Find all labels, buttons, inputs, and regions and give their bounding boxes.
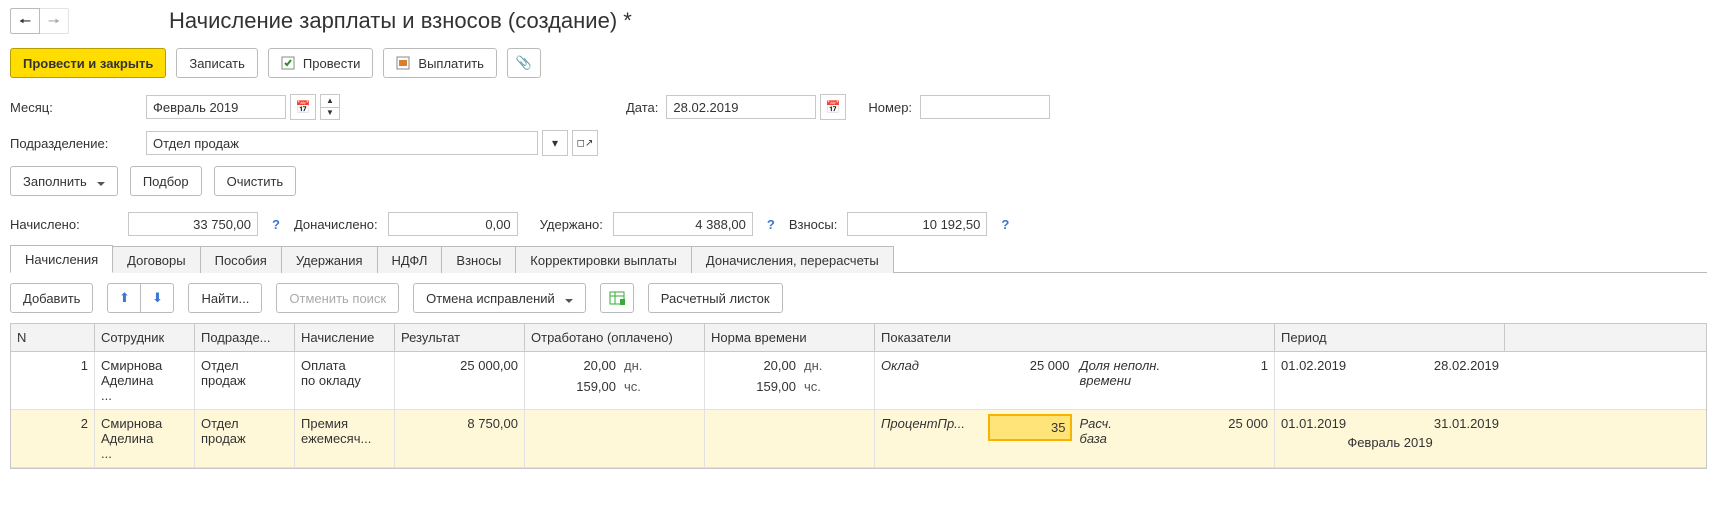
col-period[interactable]: Период xyxy=(1275,324,1505,351)
arrow-down-icon: ⬇ xyxy=(152,290,163,306)
forward-button[interactable]: 🠖 xyxy=(40,8,69,34)
extra-accrued-label: Доначислено: xyxy=(294,217,378,232)
col-department[interactable]: Подразде... xyxy=(195,324,295,351)
undo-label: Отмена исправлений xyxy=(426,291,555,306)
cell-result: 25 000,00 xyxy=(395,352,525,409)
cell-norm xyxy=(705,410,875,467)
post-label: Провести xyxy=(303,56,361,71)
col-norm[interactable]: Норма времени xyxy=(705,324,875,351)
undo-corrections-button[interactable]: Отмена исправлений xyxy=(413,283,586,313)
col-accrual[interactable]: Начисление xyxy=(295,324,395,351)
cell-accrual: Оплатапо окладу xyxy=(295,352,395,409)
cell-indicators: Оклад 25 000 Доля неполн.времени 1 xyxy=(875,352,1275,409)
cell-period: 01.01.2019 31.01.2019 Февраль 2019 xyxy=(1275,410,1505,467)
pay-label: Выплатить xyxy=(418,56,484,71)
show-details-button[interactable] xyxy=(600,283,634,313)
payslip-button[interactable]: Расчетный листок xyxy=(648,283,783,313)
cell-n: 1 xyxy=(11,352,95,409)
help-icon[interactable]: ? xyxy=(1001,217,1009,232)
spinner-up-icon: ▲ xyxy=(321,95,339,108)
cell-worked: 20,00дн. 159,00чс. xyxy=(525,352,705,409)
department-open-button[interactable]: ◻↗ xyxy=(572,130,598,156)
post-button[interactable]: Провести xyxy=(268,48,374,78)
contrib-label: Взносы: xyxy=(789,217,838,232)
fill-button[interactable]: Заполнить xyxy=(10,166,118,196)
col-result[interactable]: Результат xyxy=(395,324,525,351)
clear-button[interactable]: Очистить xyxy=(214,166,297,196)
chevron-down-icon: ▾ xyxy=(552,136,558,150)
withheld-value: 4 388,00 xyxy=(613,212,753,236)
month-field[interactable]: Февраль 2019 xyxy=(146,95,286,119)
tab-начисления[interactable]: Начисления xyxy=(10,245,113,273)
tab-договоры[interactable]: Договоры xyxy=(113,246,200,273)
select-button[interactable]: Подбор xyxy=(130,166,202,196)
cell-employee: СмирноваАделина... xyxy=(95,352,195,409)
month-label: Месяц: xyxy=(10,100,142,115)
attachment-button[interactable]: 📎 xyxy=(507,48,541,78)
col-worked[interactable]: Отработано (оплачено) xyxy=(525,324,705,351)
chevron-down-icon xyxy=(561,291,573,306)
tab-ндфл[interactable]: НДФЛ xyxy=(378,246,443,273)
cell-norm: 20,00дн. 159,00чс. xyxy=(705,352,875,409)
tab-взносы[interactable]: Взносы xyxy=(442,246,516,273)
accrued-value: 33 750,00 xyxy=(128,212,258,236)
indicator-value-editing[interactable]: 35 xyxy=(990,416,1069,439)
month-picker-button[interactable]: 📅 xyxy=(290,94,316,120)
table-row[interactable]: 1СмирноваАделина...ОтделпродажОплатапо о… xyxy=(11,352,1706,410)
pay-button[interactable]: Выплатить xyxy=(383,48,497,78)
accrued-label: Начислено: xyxy=(10,217,118,232)
contrib-value: 10 192,50 xyxy=(847,212,987,236)
post-and-close-button[interactable]: Провести и закрыть xyxy=(10,48,166,78)
table-row[interactable]: 2СмирноваАделина...ОтделпродажПремияежем… xyxy=(11,410,1706,468)
spinner-down-icon: ▼ xyxy=(321,108,339,120)
page-title: Начисление зарплаты и взносов (создание)… xyxy=(169,8,632,34)
department-dropdown-button[interactable]: ▾ xyxy=(542,130,568,156)
arrow-up-icon: ⬆ xyxy=(119,290,130,306)
cell-indicators: ПроцентПр... 35 Расч.база 25 000 xyxy=(875,410,1275,467)
open-icon: ◻↗ xyxy=(577,138,594,149)
withheld-label: Удержано: xyxy=(540,217,603,232)
move-up-button[interactable]: ⬆ xyxy=(107,283,141,313)
cell-worked xyxy=(525,410,705,467)
find-button[interactable]: Найти... xyxy=(188,283,262,313)
paperclip-icon: 📎 xyxy=(516,55,532,71)
cell-department: Отделпродаж xyxy=(195,410,295,467)
table-icon xyxy=(609,290,625,306)
post-icon xyxy=(281,55,297,71)
tab-пособия[interactable]: Пособия xyxy=(201,246,282,273)
col-n[interactable]: N xyxy=(11,324,95,351)
date-label: Дата: xyxy=(626,100,658,115)
calendar-icon: 📅 xyxy=(826,100,841,114)
cell-n: 2 xyxy=(11,410,95,467)
month-spinner[interactable]: ▲ ▼ xyxy=(320,94,340,120)
department-field[interactable]: Отдел продаж xyxy=(146,131,538,155)
cell-department: Отделпродаж xyxy=(195,352,295,409)
help-icon[interactable]: ? xyxy=(272,217,280,232)
extra-accrued-value: 0,00 xyxy=(388,212,518,236)
add-row-button[interactable]: Добавить xyxy=(10,283,93,313)
cell-accrual: Премияежемесяч... xyxy=(295,410,395,467)
date-picker-button[interactable]: 📅 xyxy=(820,94,846,120)
col-indicators[interactable]: Показатели xyxy=(875,324,1275,351)
col-employee[interactable]: Сотрудник xyxy=(95,324,195,351)
tab-доначисления-перерасчеты[interactable]: Доначисления, перерасчеты xyxy=(692,246,894,273)
move-down-button[interactable]: ⬇ xyxy=(141,283,174,313)
date-field[interactable]: 28.02.2019 xyxy=(666,95,816,119)
pay-icon xyxy=(396,55,412,71)
cell-employee: СмирноваАделина... xyxy=(95,410,195,467)
cell-result: 8 750,00 xyxy=(395,410,525,467)
save-button[interactable]: Записать xyxy=(176,48,258,78)
number-label: Номер: xyxy=(868,100,912,115)
chevron-down-icon xyxy=(93,174,105,189)
tab-корректировки-выплаты[interactable]: Корректировки выплаты xyxy=(516,246,692,273)
help-icon[interactable]: ? xyxy=(767,217,775,232)
calendar-icon: 📅 xyxy=(296,100,311,114)
cancel-find-button[interactable]: Отменить поиск xyxy=(276,283,399,313)
number-field[interactable] xyxy=(920,95,1050,119)
back-button[interactable]: 🠔 xyxy=(10,8,40,34)
fill-label: Заполнить xyxy=(23,174,87,189)
cell-period: 01.02.2019 28.02.2019 xyxy=(1275,352,1505,409)
tab-удержания[interactable]: Удержания xyxy=(282,246,378,273)
department-label: Подразделение: xyxy=(10,136,142,151)
